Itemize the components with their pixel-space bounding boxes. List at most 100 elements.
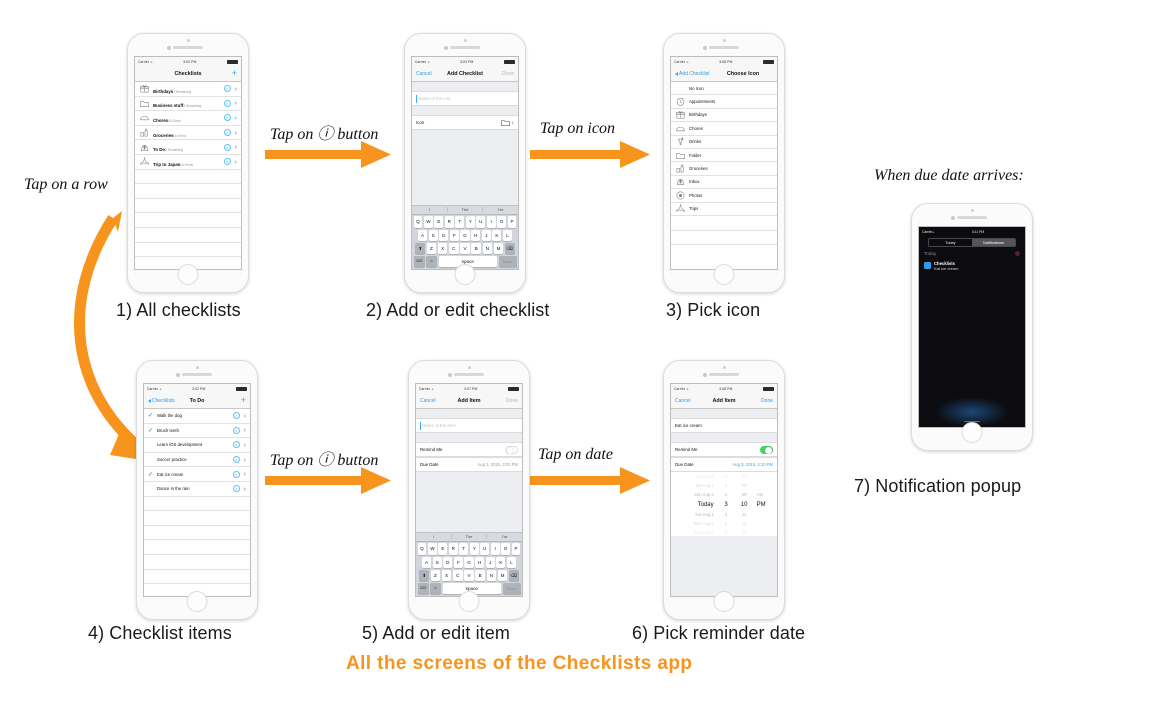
key-z[interactable]: Z [426, 242, 437, 255]
list-item[interactable]: No Icon [671, 82, 777, 96]
key-y[interactable]: Y [469, 543, 479, 555]
list-item[interactable]: Inbox [671, 176, 777, 190]
key-c[interactable]: C [453, 569, 463, 582]
key-i[interactable]: I [486, 216, 496, 228]
clear-notifications-button[interactable] [1015, 251, 1020, 256]
key-j[interactable]: J [485, 556, 495, 569]
home-button[interactable] [454, 264, 476, 285]
add-checklist-button[interactable]: + [232, 69, 237, 78]
numbers-key[interactable]: 123 [417, 582, 429, 595]
picker-row-selected[interactable]: Today 3 10 PM [671, 499, 777, 510]
prediction-2[interactable]: The [452, 534, 488, 540]
cancel-button[interactable]: Cancel [416, 71, 432, 77]
onscreen-keyboard[interactable]: I The I'm Q W E R T Y U I O P A S D F G … [416, 531, 522, 596]
key-m[interactable]: M [497, 569, 508, 582]
home-button[interactable] [186, 591, 208, 612]
picker-row[interactable]: Sat Aug 1 1 08 [671, 481, 777, 490]
back-button[interactable]: Checklists [148, 398, 175, 404]
key-x[interactable]: X [437, 242, 448, 255]
key-b[interactable]: B [475, 569, 485, 582]
key-s[interactable]: S [428, 229, 438, 242]
done-button[interactable]: Done [502, 71, 514, 77]
info-button[interactable]: i [223, 99, 231, 107]
key-a[interactable]: A [421, 556, 432, 569]
home-button[interactable] [177, 264, 199, 285]
remind-me-row[interactable]: Remind Me [416, 442, 522, 457]
key-o[interactable]: O [501, 543, 511, 555]
picker-row[interactable]: Wed Aug 5 5 12 [671, 519, 777, 528]
due-date-row[interactable]: Due Date Aug 3, 2015, 3:10 PM [671, 457, 777, 472]
key-a[interactable]: A [417, 229, 428, 242]
key-g[interactable]: G [460, 229, 470, 242]
table-row[interactable]: ✓ Brush teeth i [144, 424, 250, 439]
info-button[interactable]: i [223, 143, 231, 151]
table-row[interactable]: ✓ Eat ice cream i [144, 467, 250, 482]
icon-row[interactable]: Icon [412, 115, 518, 130]
info-button[interactable]: i [223, 114, 231, 122]
info-button[interactable]: i [232, 485, 240, 493]
item-name-input[interactable]: Eat ice cream [671, 418, 777, 433]
key-z[interactable]: Z [430, 569, 441, 582]
add-item-button[interactable]: + [241, 396, 246, 405]
back-button[interactable]: Add Checklist [675, 71, 710, 77]
info-button[interactable]: i [232, 456, 240, 464]
picker-row[interactable]: Sun Aug 2 2 09 AM [671, 490, 777, 499]
list-item[interactable]: Chores [671, 122, 777, 136]
key-w[interactable]: W [427, 543, 437, 555]
done-button[interactable]: Done [506, 398, 518, 404]
key-x[interactable]: X [441, 569, 452, 582]
picker-row[interactable]: Fri Jul 31 12 07 [671, 472, 777, 481]
list-item[interactable]: Photos [671, 189, 777, 203]
key-d[interactable]: D [439, 229, 449, 242]
remind-me-toggle[interactable] [760, 445, 773, 454]
table-row[interactable]: ✓ Dance in the rain i [144, 482, 250, 497]
date-picker[interactable]: Fri Jul 31 12 07 Sat Aug 1 1 08 Sun Aug … [671, 472, 777, 536]
backspace-key[interactable]: ⌫ [508, 569, 519, 582]
key-e[interactable]: E [434, 216, 444, 228]
keyboard-done-key[interactable]: Done [502, 582, 521, 595]
picker-row[interactable]: Tue Aug 4 4 11 [671, 510, 777, 519]
key-q[interactable]: Q [413, 216, 423, 228]
notification-item[interactable]: Checklists Eat ice cream [919, 261, 1025, 271]
key-h[interactable]: H [471, 229, 481, 242]
list-item[interactable]: Birthdays [671, 109, 777, 123]
prediction-1[interactable]: I [416, 534, 452, 540]
key-i[interactable]: I [490, 543, 500, 555]
key-q[interactable]: Q [417, 543, 427, 555]
list-name-input[interactable]: Name of the List [412, 91, 518, 106]
key-p[interactable]: P [507, 216, 517, 228]
key-e[interactable]: E [438, 543, 448, 555]
cancel-button[interactable]: Cancel [675, 398, 691, 404]
key-y[interactable]: Y [465, 216, 475, 228]
due-date-row[interactable]: Due Date Aug 3, 2015, 3:02 PM [416, 457, 522, 472]
backspace-key[interactable]: ⌫ [504, 242, 515, 255]
key-p[interactable]: P [511, 543, 521, 555]
prediction-3[interactable]: I'm [487, 534, 522, 539]
key-s[interactable]: S [432, 556, 442, 569]
list-item[interactable]: Groceries [671, 162, 777, 176]
prediction-3[interactable]: I'm [483, 207, 518, 212]
numbers-key[interactable]: 123 [413, 255, 425, 268]
key-o[interactable]: O [497, 216, 507, 228]
info-button[interactable]: i [232, 426, 240, 434]
prediction-1[interactable]: I [412, 207, 448, 213]
key-c[interactable]: C [449, 242, 459, 255]
keyboard-done-key[interactable]: Done [498, 255, 517, 268]
key-f[interactable]: F [449, 229, 459, 242]
table-row[interactable]: Trip to JapanNo Items i [135, 155, 241, 170]
key-l[interactable]: L [506, 556, 517, 569]
info-button[interactable]: i [223, 129, 231, 137]
list-item[interactable]: Folder [671, 149, 777, 163]
onscreen-keyboard[interactable]: I The I'm Q W E R T Y U I O P A S D F G … [412, 204, 518, 269]
key-g[interactable]: G [464, 556, 474, 569]
shift-key[interactable]: ⬆ [415, 242, 426, 255]
tab-today[interactable]: Today [929, 239, 972, 246]
list-item[interactable]: Drinks [671, 136, 777, 149]
key-j[interactable]: J [481, 229, 491, 242]
item-name-input[interactable]: Name of the Item [416, 418, 522, 433]
home-button[interactable] [713, 264, 735, 285]
key-h[interactable]: H [475, 556, 485, 569]
home-button[interactable] [458, 591, 480, 612]
key-r[interactable]: R [444, 216, 454, 228]
key-w[interactable]: W [423, 216, 433, 228]
